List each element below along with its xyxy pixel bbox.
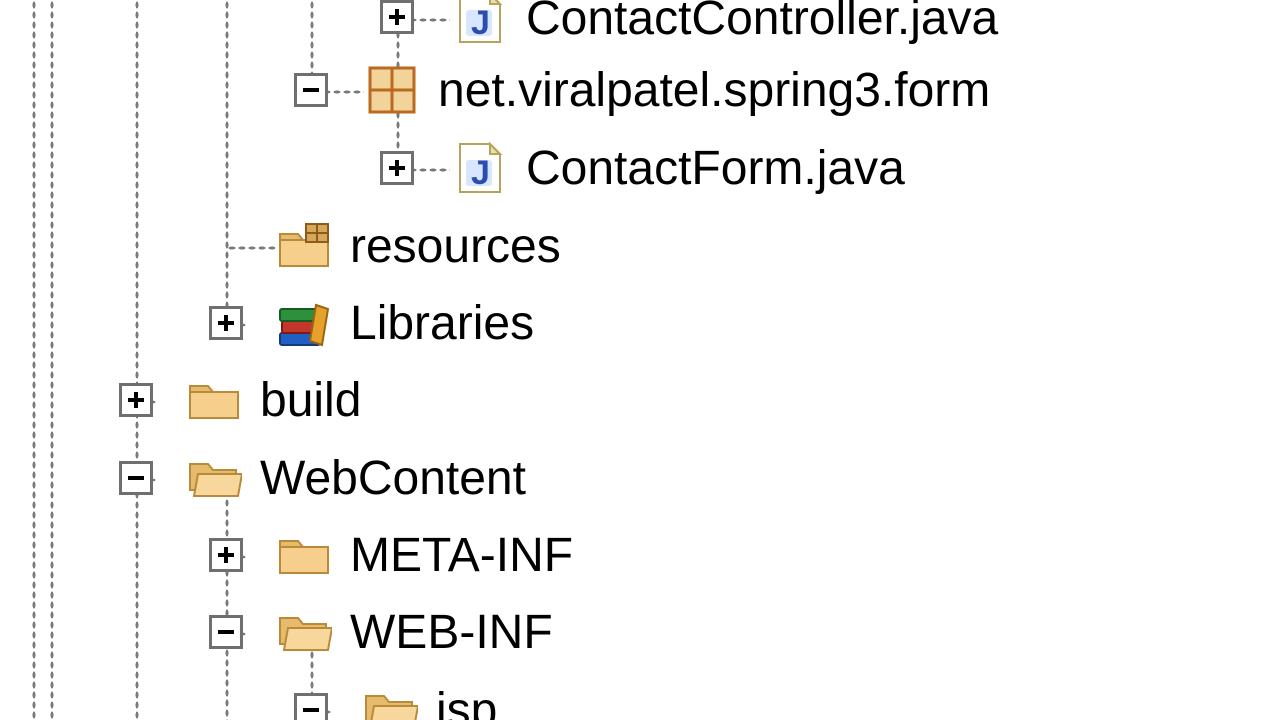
tree-item-label: META-INF — [350, 528, 573, 583]
tree-line — [135, 0, 139, 720]
collapse-handle[interactable] — [294, 73, 328, 107]
tree-item-label: ContactForm.java — [526, 141, 905, 196]
svg-text:J: J — [471, 4, 490, 42]
collapse-handle[interactable] — [119, 461, 153, 495]
folder-open-icon — [186, 450, 242, 506]
folder-open-icon — [362, 682, 418, 720]
expand-handle[interactable] — [119, 383, 153, 417]
tree-item-label: build — [260, 373, 361, 428]
folder-icon — [186, 372, 242, 428]
expand-handle[interactable] — [209, 538, 243, 572]
tree-item-label: ContactController.java — [526, 0, 998, 46]
resources-folder-icon — [276, 218, 332, 274]
tree-line — [32, 0, 36, 720]
tree-line — [50, 0, 54, 720]
java-file-icon: J — [452, 0, 508, 46]
tree-item-label: WEB-INF — [350, 605, 553, 660]
tree-item-label: net.viralpatel.spring3.form — [438, 63, 990, 118]
tree-line — [225, 498, 229, 720]
tree-line — [227, 246, 275, 250]
svg-text:J: J — [471, 154, 490, 192]
tree-item-folder[interactable]: WebContent — [186, 448, 526, 508]
tree-item-folder[interactable]: build — [186, 370, 361, 430]
project-explorer-tree: J ContactController.java net.viralpatel.… — [0, 0, 1280, 720]
tree-item-file[interactable]: J ContactForm.java — [452, 138, 905, 198]
tree-item-label: jsp — [436, 683, 497, 720]
tree-item-folder[interactable]: META-INF — [276, 525, 573, 585]
expand-handle[interactable] — [209, 306, 243, 340]
tree-item-folder[interactable]: jsp — [362, 680, 497, 720]
package-icon — [364, 62, 420, 118]
tree-item-label: WebContent — [260, 451, 526, 506]
tree-item-libraries[interactable]: Libraries — [276, 293, 534, 353]
expand-handle[interactable] — [380, 151, 414, 185]
tree-line — [225, 0, 229, 325]
folder-open-icon — [276, 604, 332, 660]
libraries-icon — [276, 295, 332, 351]
tree-item-label: Libraries — [350, 296, 534, 351]
collapse-handle[interactable] — [209, 615, 243, 649]
expand-handle[interactable] — [380, 0, 414, 34]
java-file-icon: J — [452, 140, 508, 196]
tree-item-folder[interactable]: resources — [276, 216, 561, 276]
tree-item-package[interactable]: net.viralpatel.spring3.form — [364, 60, 990, 120]
tree-item-label: resources — [350, 219, 561, 274]
folder-icon — [276, 527, 332, 583]
tree-item-folder[interactable]: WEB-INF — [276, 602, 553, 662]
collapse-handle[interactable] — [294, 693, 328, 720]
tree-item-file[interactable]: J ContactController.java — [452, 0, 998, 48]
